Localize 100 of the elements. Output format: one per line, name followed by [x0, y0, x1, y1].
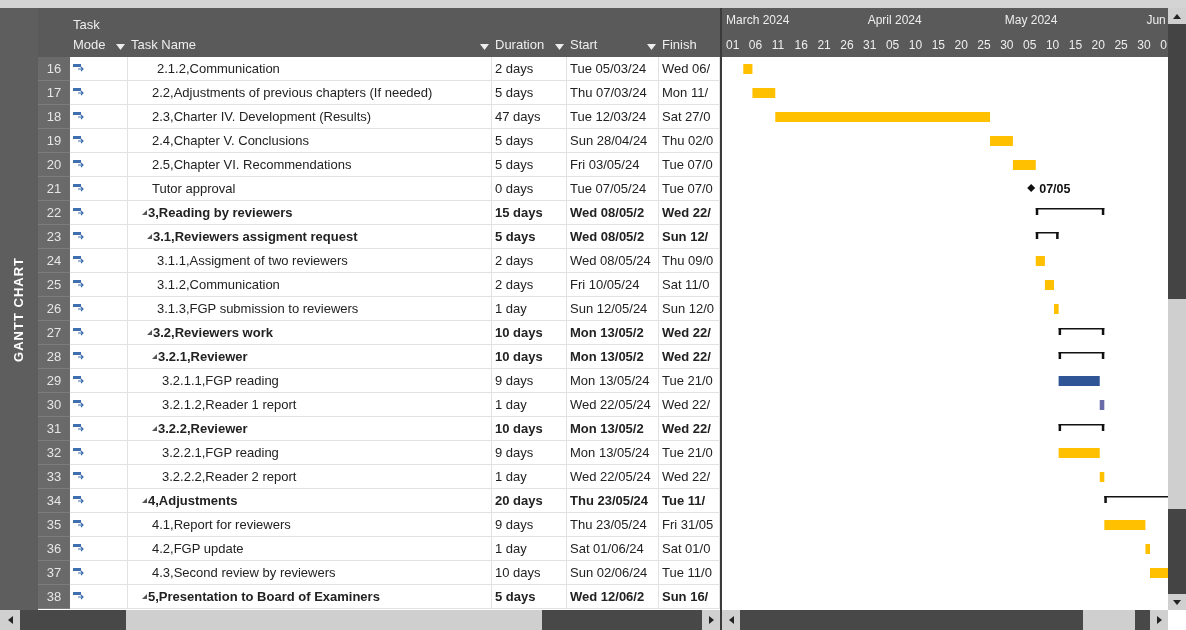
row-number: 16: [38, 57, 70, 81]
day-label: 11: [771, 37, 785, 54]
start-date: Sun 02/06/24: [567, 561, 659, 585]
duration-cell: 9 days: [492, 369, 567, 393]
scroll-up-icon[interactable]: [1173, 13, 1181, 19]
collapse-icon[interactable]: [147, 330, 152, 335]
task-name: 4,Adjustments: [148, 491, 238, 510]
filter-dropdown-icon[interactable]: [555, 44, 564, 50]
row-number: 24: [38, 249, 70, 273]
scroll-left-icon[interactable]: [7, 616, 13, 624]
task-name: 4.3,Second review by reviewers: [152, 563, 336, 582]
duration-cell: 47 days: [492, 105, 567, 129]
summary-bar[interactable]: [1035, 208, 1105, 215]
row-number: 22: [38, 201, 70, 225]
collapse-icon[interactable]: [142, 210, 147, 215]
day-label: 0: [1160, 37, 1167, 54]
task-mode-icon: [73, 279, 85, 290]
vertical-scrollbar[interactable]: [1168, 8, 1186, 610]
start-date: Sun 12/05/24: [567, 297, 659, 321]
task-name: 2.4,Chapter V. Conclusions: [152, 131, 310, 150]
task-mode-icon: [73, 447, 85, 458]
task-name: 3.1.2,Communication: [157, 275, 280, 294]
row-number: 26: [38, 297, 70, 321]
filter-dropdown-icon[interactable]: [116, 44, 125, 50]
task-mode-icon: [73, 87, 85, 98]
row-number: 27: [38, 321, 70, 345]
task-name: 5,Presentation to Board of Examiners: [148, 587, 380, 606]
scroll-right-icon[interactable]: [708, 616, 714, 624]
summary-bar[interactable]: [1104, 496, 1168, 503]
scroll-left-icon[interactable]: [728, 616, 734, 624]
row-number: 36: [38, 537, 70, 561]
row-number: 28: [38, 345, 70, 369]
column-header: Finish: [662, 35, 697, 54]
filter-dropdown-icon[interactable]: [647, 44, 656, 50]
collapse-icon[interactable]: [142, 498, 147, 503]
collapse-icon[interactable]: [147, 234, 152, 239]
day-label: 15: [931, 37, 945, 54]
day-label: 30: [1137, 37, 1151, 54]
day-label: 20: [954, 37, 968, 54]
task-mode-icon: [73, 183, 85, 194]
task-mode-icon: [73, 567, 85, 578]
summary-bar[interactable]: [1058, 424, 1105, 431]
milestone-diamond[interactable]: [1027, 184, 1036, 192]
scroll-right-icon[interactable]: [1156, 616, 1162, 624]
summary-bar[interactable]: [1058, 328, 1105, 335]
day-label: 06: [748, 37, 763, 54]
row-number: 17: [38, 81, 70, 105]
task-name: 2.5,Chapter VI. Recommendations: [152, 155, 352, 174]
day-label: 05: [1023, 37, 1037, 54]
start-date: Wed 22/05/24: [567, 465, 659, 489]
day-label: 26: [840, 37, 854, 54]
start-date: Wed 22/05/24: [567, 393, 659, 417]
task-mode-icon: [73, 375, 85, 386]
row-number: 34: [38, 489, 70, 513]
task-name: 4.2,FGP update: [152, 539, 244, 558]
task-bar[interactable]: [1058, 376, 1100, 386]
task-name: 2.1.2,Communication: [157, 59, 280, 78]
start-date: Sat 01/06/24: [567, 537, 659, 561]
scrollbar-thumb[interactable]: [1168, 299, 1186, 509]
collapse-icon[interactable]: [152, 354, 157, 359]
task-bar[interactable]: [1099, 400, 1105, 410]
duration-cell: 1 day: [492, 297, 567, 321]
task-mode-icon: [73, 159, 85, 170]
view-label: GANTT CHART: [10, 256, 28, 362]
start-date: Mon 13/05/2: [567, 345, 659, 369]
start-date: Mon 13/05/2: [567, 417, 659, 441]
summary-bar[interactable]: [1058, 352, 1105, 359]
task-mode-icon: [73, 519, 85, 530]
filter-dropdown-icon[interactable]: [480, 44, 489, 50]
summary-bar[interactable]: [1035, 232, 1059, 239]
day-label: 30: [1000, 37, 1014, 54]
row-number: 37: [38, 561, 70, 585]
task-name: Tutor approval: [152, 179, 236, 198]
scrollbar-thumb[interactable]: [1083, 610, 1135, 630]
task-mode-icon: [73, 207, 85, 218]
duration-cell: 20 days: [492, 489, 567, 513]
day-label: 15: [1068, 37, 1083, 54]
task-name: 3.2.1.2,Reader 1 report: [162, 395, 297, 414]
collapse-icon[interactable]: [142, 594, 147, 599]
collapse-icon[interactable]: [152, 426, 157, 431]
scrollbar-thumb[interactable]: [126, 610, 542, 630]
duration-cell: 5 days: [492, 225, 567, 249]
horizontal-scrollbar[interactable]: [722, 610, 1168, 630]
month-label: May 2024: [1004, 12, 1058, 29]
day-label: 20: [1091, 37, 1105, 54]
task-mode-icon: [73, 135, 85, 146]
scroll-down-icon[interactable]: [1173, 599, 1181, 605]
start-date: Mon 13/05/24: [567, 369, 659, 393]
start-date: Wed 12/06/2: [567, 585, 659, 609]
task-mode-icon: [73, 495, 85, 506]
start-date: Tue 12/03/24: [567, 105, 659, 129]
row-number: 21: [38, 177, 70, 201]
row-number: 31: [38, 417, 70, 441]
horizontal-scrollbar[interactable]: [0, 610, 720, 630]
task-mode-icon: [73, 591, 85, 602]
day-label: 10: [1045, 37, 1060, 54]
duration-cell: 1 day: [492, 465, 567, 489]
day-label: 05: [885, 37, 900, 54]
task-mode-icon: [73, 63, 85, 74]
row-number: 35: [38, 513, 70, 537]
